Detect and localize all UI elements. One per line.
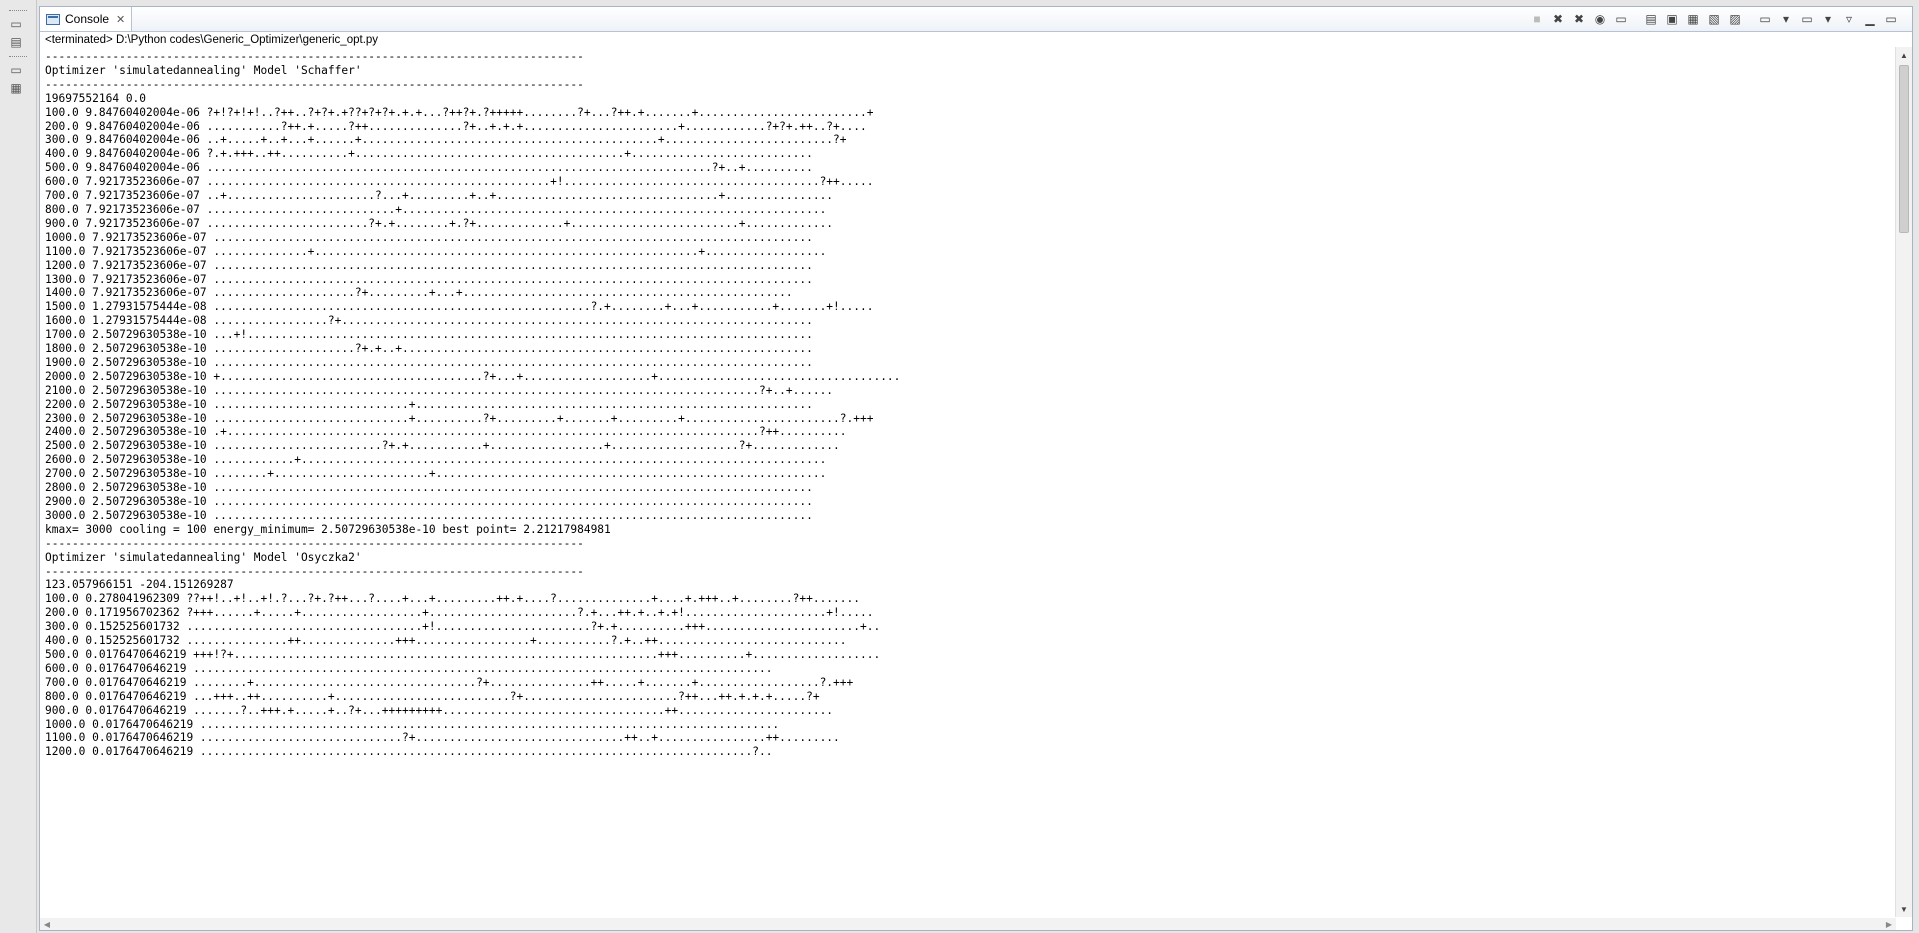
- console-line: Optimizer 'simulatedannealing' Model 'Os…: [45, 550, 362, 564]
- console-line: 2600.0 2.50729630538e-10 ............+..…: [45, 453, 827, 467]
- chevron-down-icon[interactable]: ▾: [1777, 10, 1795, 28]
- console-line: 1000.0 0.0176470646219 .................…: [45, 717, 780, 731]
- console-line: 2300.0 2.50729630538e-10 ...............…: [45, 411, 874, 425]
- outline-icon[interactable]: ▦: [8, 80, 24, 96]
- console-line: 800.0 0.0176470646219 ...+++..++........…: [45, 689, 820, 703]
- vertical-scrollbar[interactable]: ▲ ▼: [1895, 47, 1912, 917]
- left-trim-bar: ▭ ▤ ▭ ▦: [0, 0, 37, 933]
- terminate-icon[interactable]: ■: [1528, 10, 1546, 28]
- console-line: 2800.0 2.50729630538e-10 ...............…: [45, 481, 813, 495]
- console-line: ----------------------------------------…: [45, 77, 584, 91]
- scroll-lock-icon[interactable]: ▣: [1663, 10, 1681, 28]
- console-line: Optimizer 'simulatedannealing' Model 'Sc…: [45, 63, 362, 77]
- show-console-stderr-icon[interactable]: ▨: [1726, 10, 1744, 28]
- console-line: 2000.0 2.50729630538e-10 +..............…: [45, 369, 901, 383]
- console-toolbar: ■ ✖ ✖ ◉ ▭ ▤ ▣ ▦ ▧ ▨ ▭ ▾ ▭ ▾ ▿ ▁ ▭: [1528, 10, 1900, 28]
- maximize-icon[interactable]: ▭: [1882, 10, 1900, 28]
- scroll-up-icon[interactable]: ▲: [1896, 47, 1912, 63]
- console-line: 900.0 0.0176470646219 .......?..+++.+...…: [45, 703, 834, 717]
- chevron-down-icon[interactable]: ▾: [1819, 10, 1837, 28]
- console-line: 1200.0 7.92173523606e-07 ...............…: [45, 258, 813, 272]
- console-line: 123.057966151 -204.151269287: [45, 578, 234, 592]
- console-line: 1200.0 0.0176470646219 .................…: [45, 745, 773, 759]
- console-line: 700.0 7.92173523606e-07 ..+.............…: [45, 189, 834, 203]
- console-line: 100.0 0.278041962309 ??++!..+!..+!.?...?…: [45, 592, 860, 606]
- console-icon: [46, 13, 60, 25]
- pin-console-icon[interactable]: ▭: [1612, 10, 1630, 28]
- console-line: 1400.0 7.92173523606e-07 ...............…: [45, 286, 793, 300]
- word-wrap-icon[interactable]: ▦: [1684, 10, 1702, 28]
- console-line: 300.0 9.84760402004e-06 ..+.....+..+...+…: [45, 133, 847, 147]
- console-line: 2100.0 2.50729630538e-10 ...............…: [45, 383, 834, 397]
- tab-label: Console: [65, 12, 110, 26]
- console-line: 400.0 9.84760402004e-06 ?.+.+++..++.....…: [45, 147, 813, 161]
- console-line: 1500.0 1.27931575444e-08 ...............…: [45, 300, 874, 314]
- console-output[interactable]: ----------------------------------------…: [40, 50, 1894, 919]
- console-line: 2500.0 2.50729630538e-10 ...............…: [45, 439, 840, 453]
- console-line: 2900.0 2.50729630538e-10 ...............…: [45, 495, 813, 508]
- process-status: <terminated> D:\Python codes\Generic_Opt…: [45, 34, 379, 46]
- console-line: 2700.0 2.50729630538e-10 ........+......…: [45, 467, 827, 481]
- console-text: ----------------------------------------…: [40, 50, 1894, 759]
- console-line: 900.0 7.92173523606e-07 ................…: [45, 216, 834, 230]
- toolbar-separator: [1747, 10, 1753, 28]
- horizontal-scrollbar[interactable]: ◀ ▶: [40, 918, 1896, 930]
- clear-console-icon[interactable]: ▤: [1642, 10, 1660, 28]
- show-on-output-icon[interactable]: ◉: [1591, 10, 1609, 28]
- package-explorer-icon[interactable]: ▤: [8, 34, 24, 50]
- console-line: 500.0 0.0176470646219 +++!?+............…: [45, 647, 881, 661]
- console-line: 1300.0 7.92173523606e-07 ...............…: [45, 272, 813, 286]
- console-line: 800.0 7.92173523606e-07 ................…: [45, 202, 827, 216]
- toolbar-separator: [1633, 10, 1639, 28]
- scroll-right-icon[interactable]: ▶: [1882, 918, 1896, 930]
- close-icon[interactable]: ✕: [116, 13, 125, 26]
- console-line: 200.0 0.171956702362 ?+++......+.....+..…: [45, 606, 874, 620]
- console-line: ----------------------------------------…: [45, 50, 584, 63]
- tab-console[interactable]: Console ✕: [40, 7, 132, 31]
- trim-grip[interactable]: [9, 56, 27, 59]
- console-line: ----------------------------------------…: [45, 536, 584, 550]
- console-line: 600.0 7.92173523606e-07 ................…: [45, 175, 874, 189]
- console-line: kmax= 3000 cooling = 100 energy_minimum=…: [45, 522, 611, 536]
- view-menu-icon[interactable]: ▿: [1840, 10, 1858, 28]
- console-line: 1000.0 7.92173523606e-07 ...............…: [45, 230, 813, 244]
- open-console-icon[interactable]: ▭: [1798, 10, 1816, 28]
- restore-icon[interactable]: ▭: [8, 16, 24, 32]
- restore-icon[interactable]: ▭: [8, 62, 24, 78]
- view-tab-bar: Console ✕ ■ ✖ ✖ ◉ ▭ ▤ ▣ ▦ ▧ ▨ ▭ ▾ ▭ ▾ ▿ …: [40, 7, 1912, 32]
- console-line: 200.0 9.84760402004e-06 ...........?++.+…: [45, 119, 867, 133]
- console-view: Console ✕ ■ ✖ ✖ ◉ ▭ ▤ ▣ ▦ ▧ ▨ ▭ ▾ ▭ ▾ ▿ …: [39, 6, 1913, 931]
- console-line: 3000.0 2.50729630538e-10 ...............…: [45, 508, 813, 522]
- console-line: 19697552164 0.0: [45, 91, 147, 105]
- console-line: 100.0 9.84760402004e-06 ?+!?+!+!..?++..?…: [45, 105, 874, 119]
- scroll-left-icon[interactable]: ◀: [40, 918, 54, 930]
- console-line: 700.0 0.0176470646219 ........+.........…: [45, 675, 854, 689]
- console-line: 1900.0 2.50729630538e-10 ...............…: [45, 355, 813, 369]
- scroll-down-icon[interactable]: ▼: [1896, 901, 1912, 917]
- console-line: 1100.0 7.92173523606e-07 ..............+…: [45, 244, 827, 258]
- console-line: 1600.0 1.27931575444e-08 ...............…: [45, 314, 813, 328]
- console-line: 2400.0 2.50729630538e-10 .+.............…: [45, 425, 847, 439]
- trim-grip[interactable]: [9, 10, 27, 13]
- console-line: ----------------------------------------…: [45, 564, 584, 578]
- minimize-icon[interactable]: ▁: [1861, 10, 1879, 28]
- console-line: 300.0 0.152525601732 ...................…: [45, 620, 881, 634]
- display-selected-console-icon[interactable]: ▭: [1756, 10, 1774, 28]
- show-console-stdout-icon[interactable]: ▧: [1705, 10, 1723, 28]
- console-line: 500.0 9.84760402004e-06 ................…: [45, 161, 813, 175]
- remove-all-terminated-icon[interactable]: ✖: [1570, 10, 1588, 28]
- scroll-thumb[interactable]: [1899, 65, 1909, 233]
- remove-launch-icon[interactable]: ✖: [1549, 10, 1567, 28]
- console-line: 1100.0 0.0176470646219 .................…: [45, 731, 840, 745]
- console-line: 1700.0 2.50729630538e-10 ...+!..........…: [45, 328, 813, 342]
- console-line: 1800.0 2.50729630538e-10 ...............…: [45, 342, 813, 356]
- console-line: 400.0 0.152525601732 ...............++..…: [45, 634, 847, 648]
- console-line: 600.0 0.0176470646219 ..................…: [45, 661, 773, 675]
- console-line: 2200.0 2.50729630538e-10 ...............…: [45, 397, 813, 411]
